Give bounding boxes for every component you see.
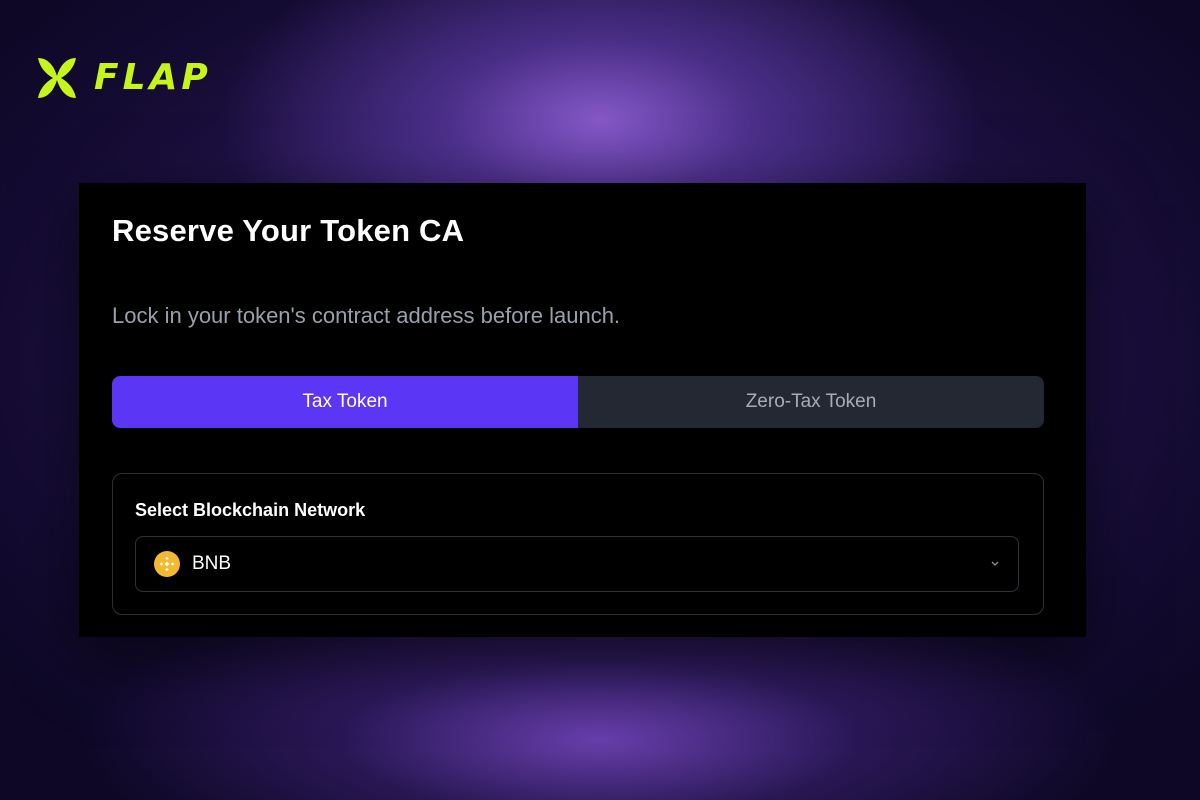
network-label: Select Blockchain Network: [135, 500, 366, 520]
network-select[interactable]: BNB: [135, 536, 1019, 592]
page-subtitle: Lock in your token's contract address be…: [112, 303, 621, 328]
brand-name: FLAP: [94, 57, 212, 98]
tab-tax-token[interactable]: Tax Token: [112, 376, 578, 428]
chevron-down-icon: [990, 559, 1000, 569]
tab-zero-tax-token[interactable]: Zero-Tax Token: [578, 376, 1044, 428]
token-type-tabs: Tax Token Zero-Tax Token: [112, 376, 1044, 428]
reserve-token-card: Reserve Your Token CA Lock in your token…: [79, 183, 1086, 637]
network-section: Select Blockchain Network BNB: [112, 473, 1044, 615]
bnb-icon: [154, 551, 180, 577]
flap-logo: FLAP: [34, 56, 212, 100]
page-title: Reserve Your Token CA: [112, 213, 465, 248]
butterfly-x-icon: [34, 56, 80, 100]
selected-network: BNB: [192, 553, 232, 574]
